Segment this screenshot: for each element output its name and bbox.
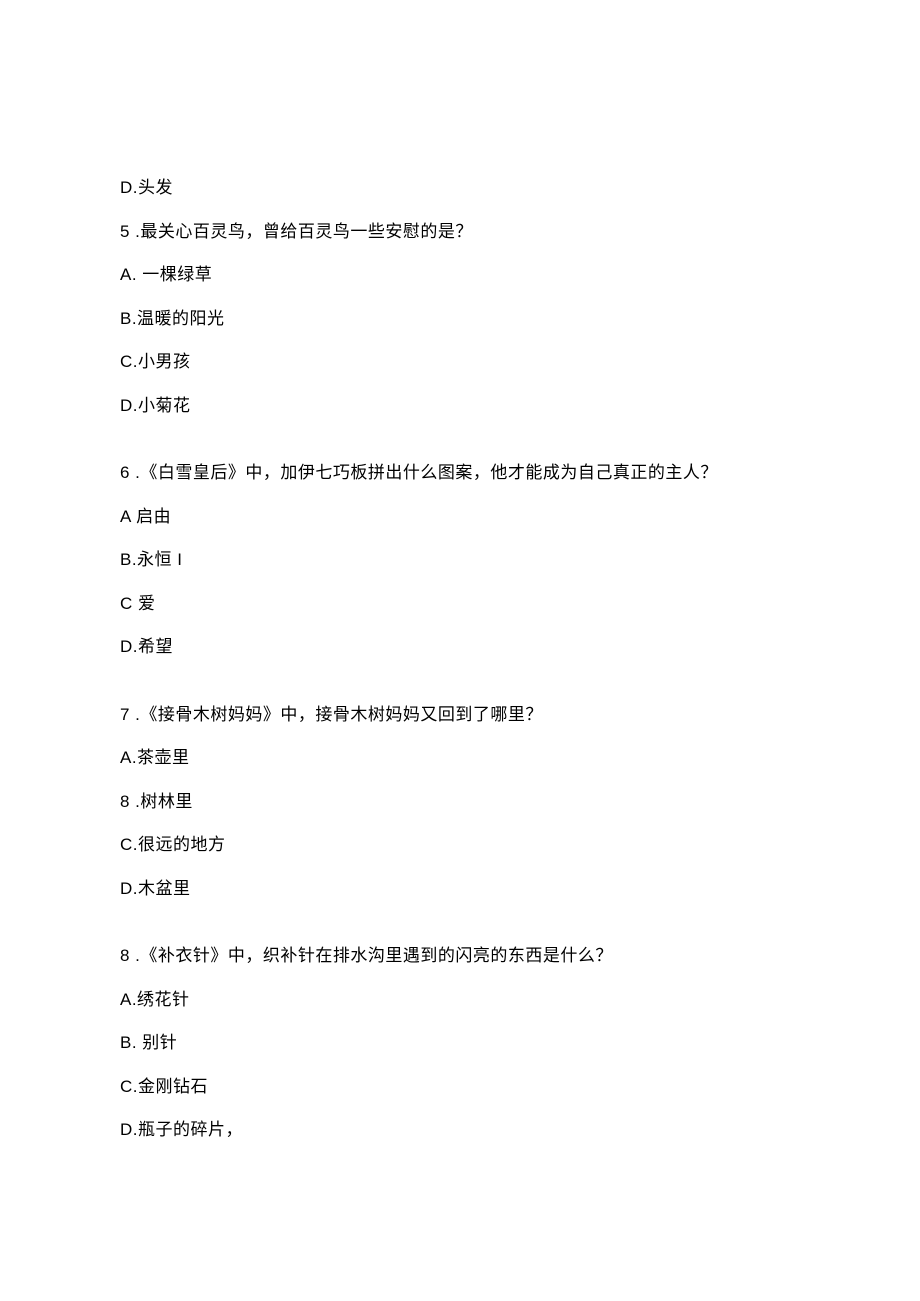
q6-option-c: C 爱 bbox=[120, 591, 800, 617]
q5-option-c: C.小男孩 bbox=[120, 349, 800, 375]
q5-question: 5 .最关心百灵鸟，曾给百灵鸟一些安慰的是？ bbox=[120, 219, 800, 245]
q7-option-c: C.很远的地方 bbox=[120, 832, 800, 858]
q6-option-b: B.永恒 I bbox=[120, 547, 800, 573]
q6-option-a: A 启由 bbox=[120, 504, 800, 530]
q6-question: 6 .《白雪皇后》中，加伊七巧板拼出什么图案，他才能成为自己真正的主人？ bbox=[120, 460, 800, 486]
q5-option-d: D.小菊花 bbox=[120, 393, 800, 419]
q8-option-b: B. 别针 bbox=[120, 1030, 800, 1056]
q7-question: 7 .《接骨木树妈妈》中，接骨木树妈妈又回到了哪里？ bbox=[120, 702, 800, 728]
q7-item-8: 8 .树林里 bbox=[120, 789, 800, 815]
q5-option-b: B.温暖的阳光 bbox=[120, 306, 800, 332]
q7-option-a: A.茶壶里 bbox=[120, 745, 800, 771]
q8-option-c: C.金刚钻石 bbox=[120, 1074, 800, 1100]
q6-option-d: D.希望 bbox=[120, 634, 800, 660]
q8-option-a: A.绣花针 bbox=[120, 987, 800, 1013]
q4-option-d: D.头发 bbox=[120, 175, 800, 201]
q5-option-a: A. 一棵绿草 bbox=[120, 262, 800, 288]
q8-question: 8 .《补衣针》中，织补针在排水沟里遇到的闪亮的东西是什么？ bbox=[120, 943, 800, 969]
q7-option-d: D.木盆里 bbox=[120, 876, 800, 902]
q8-option-d: D.瓶子的碎片， bbox=[120, 1117, 800, 1143]
